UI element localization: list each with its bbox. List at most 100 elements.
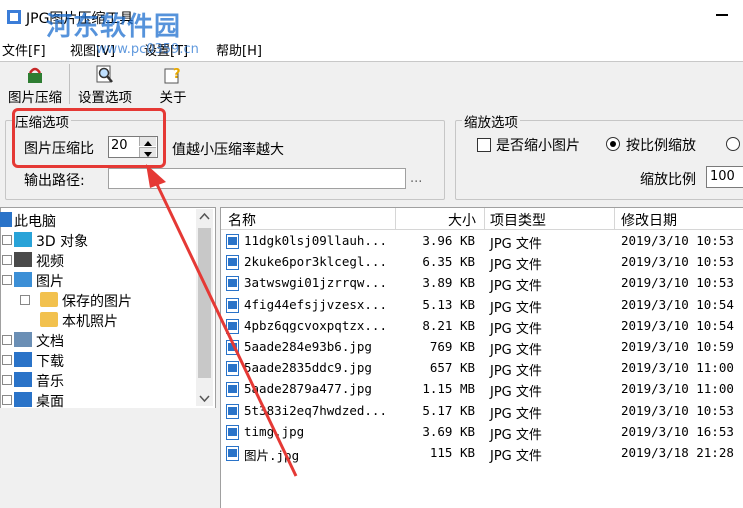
file-size: 115 KB (429, 445, 475, 460)
file-row[interactable]: 4fig44efsjjvzesx... 5.13 KB JPG 文件 2019/3/1… (221, 295, 743, 316)
image-file-icon (226, 340, 239, 355)
file-row[interactable]: 图片.jpg 115 KB JPG 文件 2019/3/18 21:28 (221, 443, 743, 464)
image-file-icon (226, 255, 239, 271)
column-name[interactable]: 名称 (228, 210, 256, 230)
column-type[interactable]: 项目类型 (490, 210, 546, 230)
file-row[interactable]: 5aade2835ddc9.jpg 657 KB JPG 文件 2019/3/10 1… (221, 358, 743, 379)
scroll-up-icon[interactable] (199, 212, 210, 220)
empty-panel (0, 408, 216, 507)
image-file-icon (226, 424, 239, 440)
file-size: 6.35 KB (422, 254, 475, 270)
file-name: 3atwswgi01jzrrqw... (244, 275, 387, 291)
document-icon (14, 332, 32, 347)
file-name: 5aade2879a477.jpg (244, 381, 372, 397)
app-icon (7, 10, 21, 24)
tree-item[interactable]: 保存的图片 (0, 290, 196, 310)
file-type: JPG 文件 (490, 406, 542, 422)
image-file-icon (226, 403, 239, 419)
tree-item-label: 文档 (36, 334, 64, 350)
menu-file[interactable]: 文件[F] (2, 40, 46, 59)
settings-button[interactable]: 设置选项 (72, 62, 138, 106)
file-row[interactable]: 4pbz6qgcvoxpqtzx... 8.21 KB JPG 文件 2019/3/1… (221, 316, 743, 337)
about-button[interactable]: ? 关于 (150, 62, 196, 106)
file-row[interactable]: 3atwswgi01jzrrqw... 3.89 KB JPG 文件 2019/3/1… (221, 273, 743, 294)
column-divider[interactable] (395, 208, 396, 229)
file-size: 657 KB (429, 360, 475, 376)
output-path-input[interactable] (108, 168, 406, 189)
tree-scrollbar-thumb[interactable] (198, 228, 211, 378)
help-icon: ? (164, 67, 181, 84)
expand-toggle[interactable] (20, 295, 30, 305)
menu-settings[interactable]: 设置[T] (144, 40, 188, 59)
file-row[interactable]: 5t383i2eq7hwdzed... 5.17 KB JPG 文件 2019/3/1… (221, 401, 743, 422)
proportional-radio[interactable] (606, 137, 620, 151)
tree-item[interactable]: 图片 (0, 270, 196, 290)
zoom-ratio-label: 缩放比例 (640, 172, 696, 188)
column-modified[interactable]: 修改日期 (621, 210, 677, 230)
shrink-checkbox[interactable] (477, 138, 491, 152)
browse-button[interactable]: ... (410, 171, 422, 186)
tree-item-label: 保存的图片 (62, 294, 132, 310)
image-file-icon (226, 276, 239, 292)
file-name: 5t383i2eq7hwdzed... (244, 402, 387, 418)
tree-item[interactable]: 文档 (0, 330, 196, 350)
zoom-ratio-value: 100 (710, 169, 735, 184)
tree-item[interactable]: 3D 对象 (0, 230, 196, 250)
tree-item-label: 3D 对象 (36, 234, 89, 250)
pictures-icon (14, 272, 32, 287)
toolbar-separator (69, 64, 70, 104)
image-file-icon (226, 446, 239, 461)
column-divider[interactable] (484, 208, 485, 229)
output-path-label: 输出路径: (24, 173, 85, 189)
file-size: 5.17 KB (422, 402, 475, 418)
file-type: JPG 文件 (490, 343, 542, 358)
column-size[interactable]: 大小 (448, 210, 476, 230)
compress-button[interactable]: 图片压缩 (2, 62, 68, 106)
file-modified: 2019/3/10 10:53 (621, 275, 734, 291)
file-row[interactable]: 5aade284e93b6.jpg 769 KB JPG 文件 2019/3/10 1… (221, 337, 743, 358)
file-row[interactable]: 2kuke6por3klcegl... 6.35 KB JPG 文件 2019/3/1… (221, 252, 743, 273)
zoom-options-legend: 缩放选项 (462, 111, 520, 131)
tree-item[interactable]: 桌面 (0, 390, 196, 410)
window-title: JPG图片压缩工具 (26, 11, 134, 27)
fixed-size-radio[interactable] (726, 137, 740, 151)
file-modified: 2019/3/10 10:53 (621, 402, 734, 418)
tree-item[interactable]: 本机照片 (0, 310, 196, 330)
expand-toggle[interactable] (2, 335, 12, 345)
music-icon (14, 372, 32, 387)
expand-toggle[interactable] (2, 275, 12, 285)
tree-item[interactable]: 下载 (0, 350, 196, 370)
file-modified: 2019/3/10 10:53 (621, 254, 734, 270)
expand-toggle[interactable] (2, 355, 12, 365)
file-row[interactable]: timg.jpg 3.69 KB JPG 文件 2019/3/10 16:53 (221, 422, 743, 443)
tree-item-label: 本机照片 (62, 314, 118, 330)
folder-icon (40, 292, 58, 307)
file-row[interactable]: 11dgk0lsj09llauh... 3.96 KB JPG 文件 2019/3/1… (221, 231, 743, 252)
column-divider[interactable] (614, 208, 615, 229)
file-modified: 2019/3/10 11:00 (621, 381, 734, 397)
compress-hint: 值越小压缩率越大 (172, 142, 284, 158)
file-type: JPG 文件 (490, 364, 542, 380)
tree-item[interactable]: 此电脑 (0, 210, 196, 230)
expand-toggle[interactable] (2, 235, 12, 245)
expand-toggle[interactable] (2, 395, 12, 405)
file-name: 2kuke6por3klcegl... (244, 254, 387, 270)
menu-help[interactable]: 帮助[H] (216, 40, 262, 59)
desktop-icon (14, 392, 32, 407)
settings-label: 设置选项 (78, 90, 132, 106)
file-row[interactable]: 5aade2879a477.jpg 1.15 MB JPG 文件 2019/3/10 … (221, 379, 743, 400)
tree-item[interactable]: 音乐 (0, 370, 196, 390)
zoom-options-group (455, 120, 743, 200)
expand-toggle[interactable] (2, 375, 12, 385)
pc-icon (0, 212, 12, 227)
file-size: 3.89 KB (422, 275, 475, 291)
tree-item[interactable]: 视频 (0, 250, 196, 270)
minimize-button[interactable] (716, 14, 728, 16)
file-modified: 2019/3/10 10:59 (621, 339, 734, 354)
file-type: JPG 文件 (490, 321, 542, 337)
expand-toggle[interactable] (2, 255, 12, 265)
file-type: JPG 文件 (490, 300, 542, 316)
video-icon (14, 252, 32, 267)
scroll-down-icon[interactable] (199, 395, 210, 403)
menu-view[interactable]: 视图[V] (70, 40, 115, 59)
